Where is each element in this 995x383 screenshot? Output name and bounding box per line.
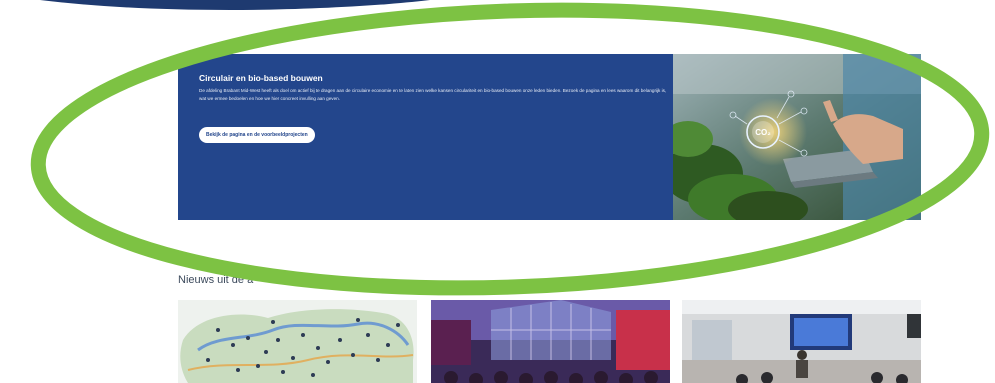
news-card-map[interactable] xyxy=(178,300,417,383)
banner-title: Circulair en bio-based bouwen xyxy=(199,73,323,83)
view-page-button[interactable]: Bekijk de pagina en de voorbeeldprojecte… xyxy=(199,127,315,143)
laptop-co2-photo: CO₂ xyxy=(673,54,921,220)
news-card-event[interactable] xyxy=(431,300,670,383)
event-hall-photo xyxy=(431,300,670,383)
header-arc-decoration xyxy=(40,0,430,10)
news-card-presentation[interactable] xyxy=(682,300,921,383)
news-section-title: Nieuws uit de a xyxy=(178,274,254,286)
banner-text: Circulair en bio-based bouwen De afdelin… xyxy=(199,73,674,103)
circular-building-banner: Circulair en bio-based bouwen De afdelin… xyxy=(178,54,921,220)
banner-description: De afdeling Brabant Mid-West heeft als d… xyxy=(199,88,667,102)
co2-label: CO₂ xyxy=(755,128,771,137)
brabant-map-image xyxy=(178,300,417,383)
presentation-room-photo xyxy=(682,300,921,383)
